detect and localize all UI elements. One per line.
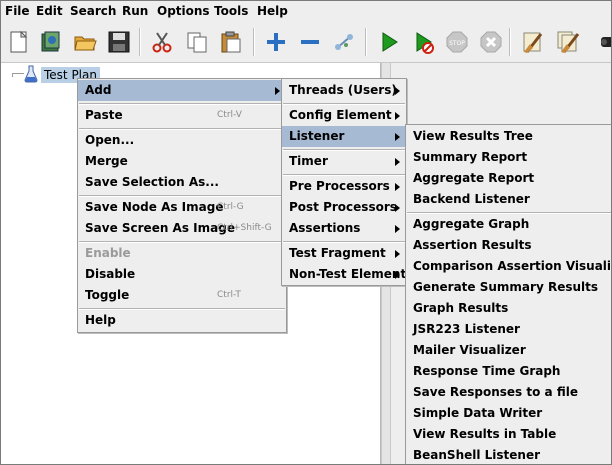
listener-item-summary-report[interactable]: Summary Report: [406, 147, 611, 168]
listener-item-view-results-tree[interactable]: View Results Tree: [406, 126, 611, 147]
chevron-right-icon: [275, 87, 280, 95]
menu-search[interactable]: Search: [70, 4, 116, 18]
listener-item-comparison-assertion-visualizer[interactable]: Comparison Assertion Visualizer: [406, 256, 611, 277]
context-menu: Add Paste Ctrl-V Open... Merge Save Selec…: [77, 78, 287, 333]
add-submenu: Threads (Users) Config Element Listener …: [281, 78, 413, 286]
start-icon[interactable]: [373, 26, 405, 58]
save-icon[interactable]: [103, 26, 135, 58]
context-menu-item-disable[interactable]: Disable: [78, 264, 286, 285]
add-submenu-item-test-fragment[interactable]: Test Fragment: [282, 243, 406, 264]
add-submenu-item-non-test-elements[interactable]: Non-Test Elements: [282, 264, 413, 285]
test-plan-icon: [23, 65, 39, 86]
menu-tools[interactable]: Tools: [214, 4, 248, 18]
add-submenu-item-listener[interactable]: Listener: [282, 126, 406, 147]
context-menu-item-open[interactable]: Open...: [78, 130, 286, 151]
add-submenu-item-timer[interactable]: Timer: [282, 151, 406, 172]
listener-item-beanshell-listener[interactable]: BeanShell Listener: [406, 445, 611, 464]
shutdown-icon[interactable]: [475, 26, 507, 58]
toolbar: STOP: [1, 22, 611, 63]
stop-icon[interactable]: STOP: [441, 26, 473, 58]
menu-edit[interactable]: Edit: [36, 4, 63, 18]
chevron-right-icon: [395, 158, 400, 166]
menu-file[interactable]: File: [5, 4, 30, 18]
add-submenu-item-post-processors[interactable]: Post Processors: [282, 197, 406, 218]
clear-all-icon[interactable]: [552, 26, 584, 58]
context-menu-item-enable: Enable: [85, 246, 131, 260]
listener-item-backend-listener[interactable]: Backend Listener: [406, 189, 611, 210]
svg-text:STOP: STOP: [449, 40, 465, 47]
listener-item-response-time-graph[interactable]: Response Time Graph: [406, 361, 611, 382]
listener-item-aggregate-report[interactable]: Aggregate Report: [406, 168, 611, 189]
open-icon[interactable]: [69, 26, 101, 58]
menu-options[interactable]: Options: [157, 4, 210, 18]
jmeter-window: File Edit Search Run Options Tools Help: [0, 0, 612, 465]
chevron-right-icon: [395, 225, 400, 233]
context-menu-item-paste[interactable]: Paste Ctrl-V: [78, 105, 286, 126]
start-no-pause-icon[interactable]: [407, 26, 439, 58]
collapse-icon[interactable]: [294, 26, 326, 58]
context-menu-item-toggle[interactable]: Toggle Ctrl-T: [78, 285, 286, 306]
chevron-right-icon: [395, 183, 400, 191]
listener-item-mailer-visualizer[interactable]: Mailer Visualizer: [406, 340, 611, 361]
listener-item-save-responses[interactable]: Save Responses to a file: [406, 382, 611, 403]
toggle-icon[interactable]: [328, 26, 360, 58]
listener-item-generate-summary-results[interactable]: Generate Summary Results: [406, 277, 611, 298]
chevron-right-icon: [395, 112, 400, 120]
listener-item-simple-data-writer[interactable]: Simple Data Writer: [406, 403, 611, 424]
listener-item-jsr223-listener[interactable]: JSR223 Listener: [406, 319, 611, 340]
add-submenu-item-config-element[interactable]: Config Element: [282, 105, 406, 126]
context-menu-item-save-selection[interactable]: Save Selection As...: [78, 172, 286, 193]
chevron-right-icon: [395, 133, 400, 141]
chevron-right-icon: [395, 250, 400, 258]
cut-icon[interactable]: [146, 26, 178, 58]
chevron-right-icon: [395, 271, 400, 279]
new-icon[interactable]: [3, 26, 35, 58]
templates-icon[interactable]: [35, 26, 67, 58]
add-submenu-item-threads[interactable]: Threads (Users): [282, 80, 406, 101]
menu-run[interactable]: Run: [122, 4, 148, 18]
listener-item-aggregate-graph[interactable]: Aggregate Graph: [406, 214, 611, 235]
add-submenu-item-pre-processors[interactable]: Pre Processors: [282, 176, 406, 197]
copy-icon[interactable]: [181, 26, 213, 58]
chevron-right-icon: [395, 204, 400, 212]
listener-item-view-results-table[interactable]: View Results in Table: [406, 424, 611, 445]
context-menu-item-save-node-image[interactable]: Save Node As Image Ctrl-G: [78, 197, 286, 218]
search-icon[interactable]: [589, 26, 611, 58]
listener-item-assertion-results[interactable]: Assertion Results: [406, 235, 611, 256]
paste-icon[interactable]: [215, 26, 247, 58]
menu-bar: File Edit Search Run Options Tools Help: [1, 1, 611, 22]
chevron-right-icon: [395, 87, 400, 95]
listener-submenu: View Results Tree Summary Report Aggrega…: [405, 124, 611, 464]
context-menu-item-save-screen-image[interactable]: Save Screen As Image Ctrl+Shift-G: [78, 218, 286, 239]
menu-help[interactable]: Help: [257, 4, 288, 18]
context-menu-item-add[interactable]: Add: [78, 80, 286, 101]
add-submenu-item-assertions[interactable]: Assertions: [282, 218, 406, 239]
context-menu-item-merge[interactable]: Merge: [78, 151, 286, 172]
clear-icon[interactable]: [517, 26, 549, 58]
expand-icon[interactable]: [260, 26, 292, 58]
listener-item-graph-results[interactable]: Graph Results: [406, 298, 611, 319]
context-menu-item-help[interactable]: Help: [78, 310, 286, 331]
